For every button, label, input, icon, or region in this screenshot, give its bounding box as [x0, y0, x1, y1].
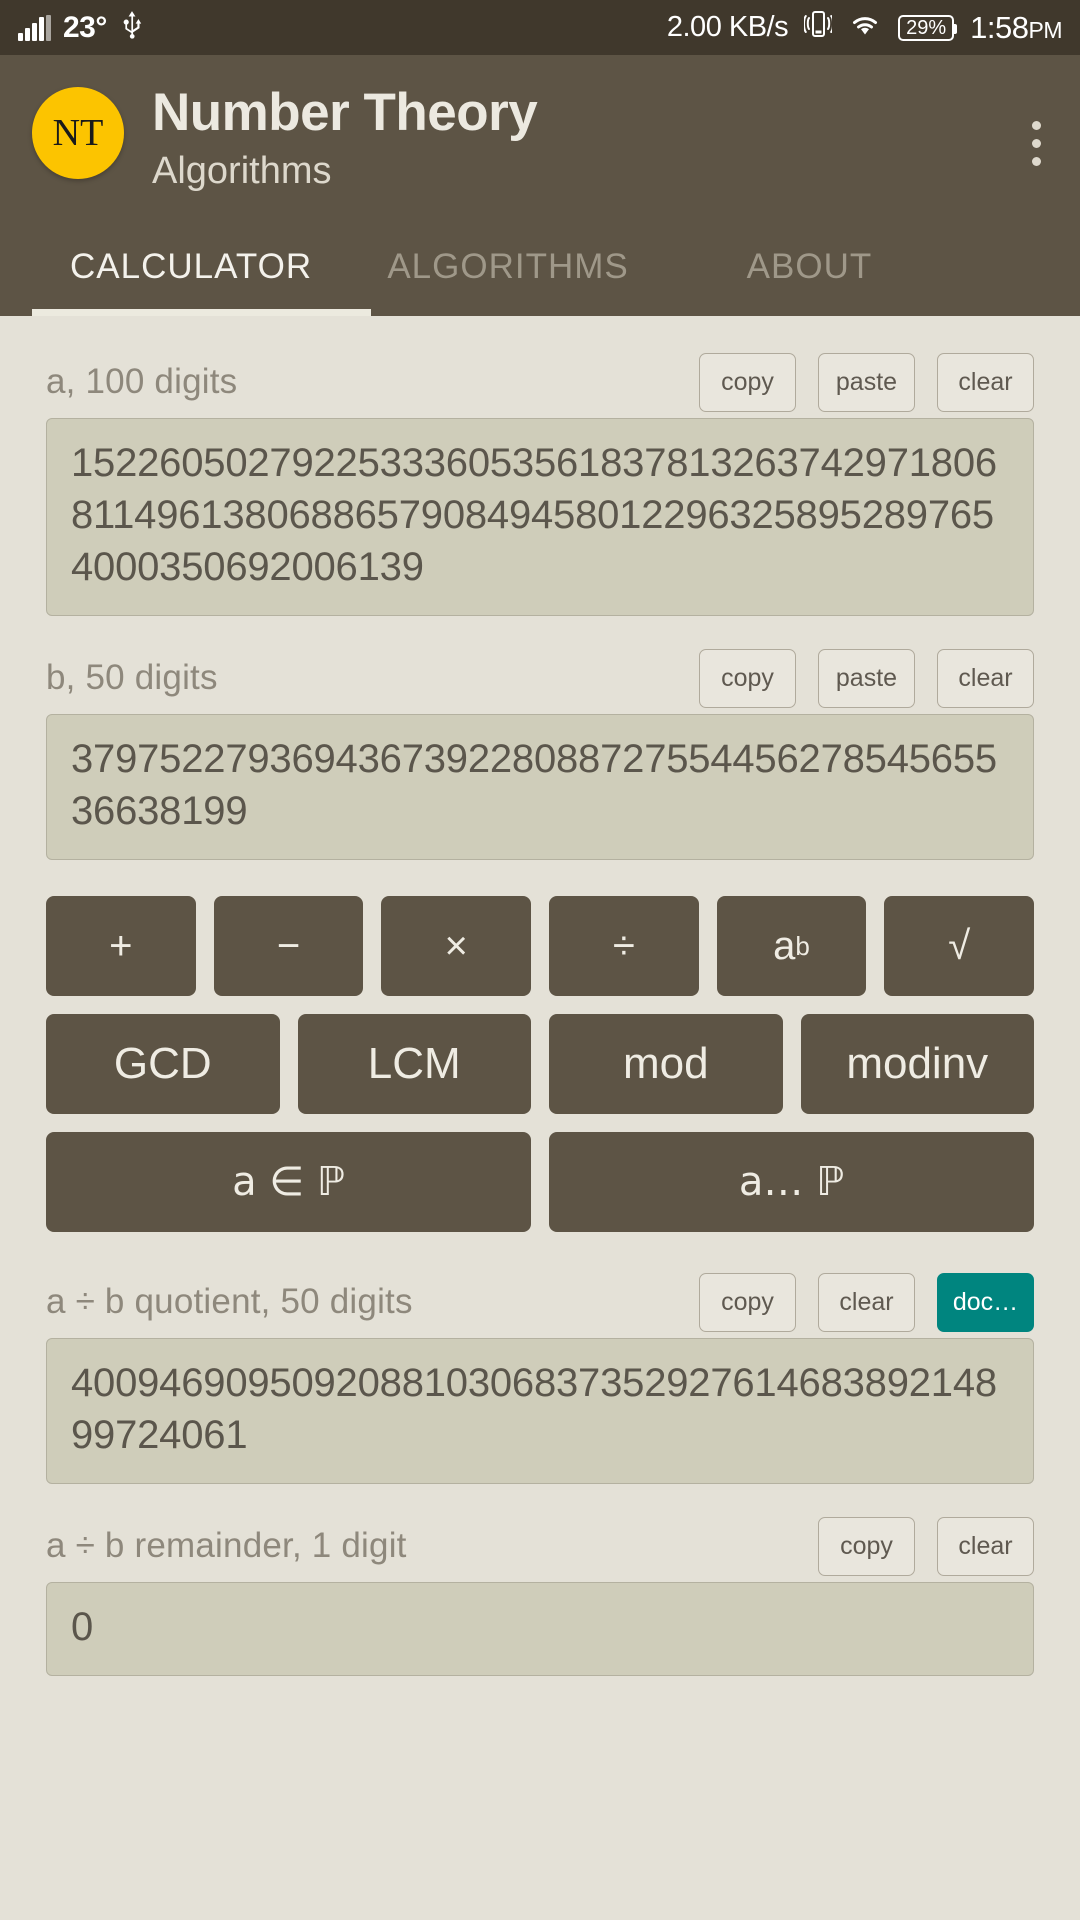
- field-quotient-copy-button[interactable]: copy: [699, 1272, 796, 1332]
- op-is-prime-button[interactable]: a ∈ ℙ: [46, 1132, 531, 1233]
- field-remainder-copy-button[interactable]: copy: [818, 1516, 915, 1576]
- usb-icon: [119, 9, 145, 46]
- calculator-panel: a, 100 digits copy paste clear 152260502…: [0, 316, 1080, 1889]
- field-a-clear-button[interactable]: clear: [937, 352, 1034, 412]
- tab-bar: CALCULATOR ALGORITHMS ABOUT: [32, 235, 1048, 309]
- field-remainder-clear-button[interactable]: clear: [937, 1516, 1034, 1576]
- field-b-clear-button[interactable]: clear: [937, 648, 1034, 708]
- app-logo: NT: [32, 87, 124, 179]
- clock-time: 1:58: [970, 9, 1029, 45]
- op-multiply-button[interactable]: ×: [381, 896, 532, 997]
- clock-ampm: PM: [1028, 16, 1063, 43]
- field-b: b, 50 digits copy paste clear 3797522793…: [46, 642, 1034, 861]
- clock: 1:58PM: [970, 10, 1062, 46]
- field-b-paste-button[interactable]: paste: [818, 648, 915, 708]
- field-a-input[interactable]: 1522605027922533360535618378132637429718…: [46, 418, 1034, 617]
- op-power-exponent: b: [795, 930, 810, 961]
- op-subtract-button[interactable]: −: [213, 896, 364, 997]
- page-subtitle: Algorithms: [152, 149, 332, 192]
- field-b-copy-button[interactable]: copy: [699, 648, 796, 708]
- op-gcd-button[interactable]: GCD: [46, 1014, 280, 1115]
- field-remainder-output[interactable]: 0: [46, 1582, 1034, 1677]
- op-lcm-button[interactable]: LCM: [297, 1014, 531, 1115]
- vibrate-icon: [803, 9, 835, 46]
- battery-indicator: 29%: [898, 14, 958, 41]
- op-power-base: a: [773, 923, 796, 968]
- field-b-input[interactable]: 3797522793694367392280887275544562785456…: [46, 714, 1034, 861]
- op-add-button[interactable]: +: [46, 896, 196, 997]
- field-quotient-label: a ÷ b quotient, 50 digits: [46, 1282, 413, 1322]
- operation-keypad: + − × ÷ ab √ GCD LCM mod modinv a ∈ ℙ a……: [46, 896, 1035, 1233]
- op-next-prime-button[interactable]: a… ℙ: [549, 1132, 1034, 1233]
- app-bar: NT Number Theory Algorithms CALCULATOR A…: [0, 55, 1080, 317]
- wifi-icon: [848, 10, 882, 45]
- field-quotient: a ÷ b quotient, 50 digits copy clear doc…: [46, 1266, 1034, 1485]
- op-sqrt-button[interactable]: √: [884, 896, 1035, 997]
- op-mod-button[interactable]: mod: [549, 1014, 783, 1115]
- field-a-copy-button[interactable]: copy: [699, 352, 796, 412]
- field-quotient-doc-button[interactable]: doc…: [937, 1272, 1034, 1332]
- signal-bars-icon: [18, 14, 51, 41]
- field-remainder-label: a ÷ b remainder, 1 digit: [46, 1526, 407, 1566]
- field-a-paste-button[interactable]: paste: [818, 352, 915, 412]
- tab-about[interactable]: ABOUT: [689, 235, 1048, 309]
- temperature-indicator: 23°: [63, 10, 107, 44]
- page-title: Number Theory: [152, 83, 538, 142]
- status-bar: 23° 2.00 KB/s 29% 1:58PM: [0, 0, 1080, 55]
- network-speed-indicator: 2.00 KB/s: [666, 11, 789, 43]
- field-a-label: a, 100 digits: [46, 362, 238, 402]
- field-quotient-clear-button[interactable]: clear: [818, 1272, 915, 1332]
- op-modinv-button[interactable]: modinv: [800, 1014, 1034, 1115]
- tab-indicator: [32, 309, 1048, 317]
- tab-algorithms[interactable]: ALGORITHMS: [371, 235, 688, 309]
- kebab-menu-icon[interactable]: [1032, 121, 1044, 175]
- field-a: a, 100 digits copy paste clear 152260502…: [46, 346, 1034, 617]
- field-remainder: a ÷ b remainder, 1 digit copy clear 0: [46, 1510, 1034, 1677]
- op-power-button[interactable]: ab: [716, 896, 867, 997]
- field-b-label: b, 50 digits: [46, 658, 218, 698]
- tab-calculator[interactable]: CALCULATOR: [32, 235, 371, 309]
- field-quotient-output[interactable]: 4009469095092088103068373529276146838921…: [46, 1338, 1034, 1485]
- op-divide-button[interactable]: ÷: [549, 896, 699, 997]
